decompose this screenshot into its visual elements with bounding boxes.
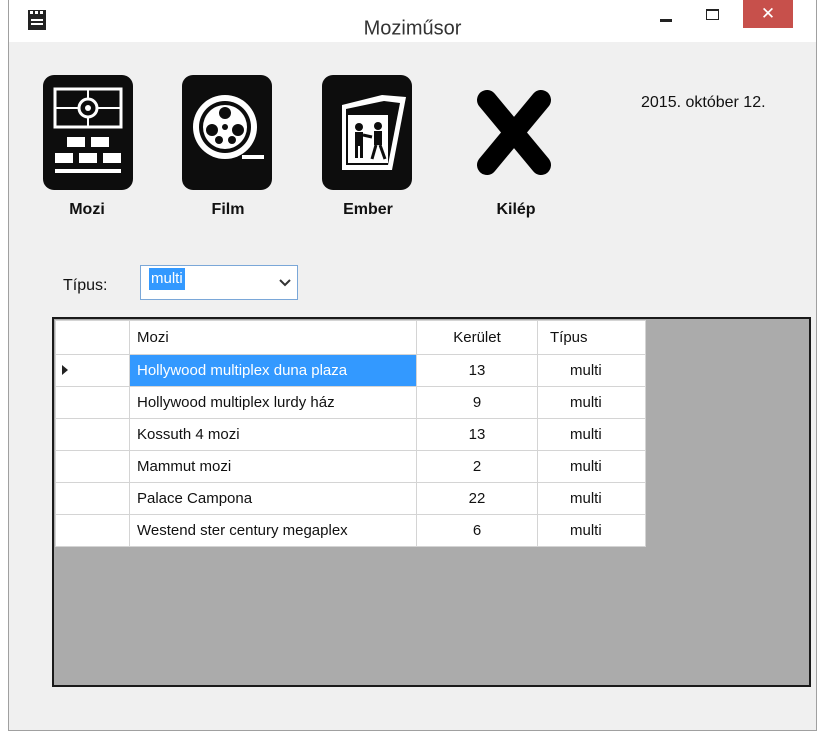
table-row[interactable]: Hollywood multiplex duna plaza 13 multi	[55, 354, 646, 387]
chevron-down-icon	[279, 279, 291, 287]
cell-tipus[interactable]: multi	[537, 482, 646, 515]
title-bar[interactable]: Moziműsor ✕	[9, 0, 816, 42]
cinema-data-grid[interactable]: Mozi Kerület Típus Hollywood multiplex d…	[52, 317, 811, 687]
minimize-icon	[660, 19, 672, 22]
tipus-filter-label: Típus:	[63, 277, 108, 294]
cell-kerulet[interactable]: 2	[416, 450, 538, 483]
film-button-label: Film	[211, 201, 245, 218]
table-row[interactable]: Westend ster century megaplex 6 multi	[55, 514, 646, 547]
cell-tipus[interactable]: multi	[537, 450, 646, 483]
cell-kerulet[interactable]: 13	[416, 354, 538, 387]
minimize-button[interactable]	[643, 0, 689, 32]
people-icon	[322, 75, 412, 190]
cell-kerulet[interactable]: 13	[416, 418, 538, 451]
film-reel-icon	[182, 75, 272, 190]
row-header-corner	[55, 320, 130, 355]
table-row[interactable]: Palace Campona 22 multi	[55, 482, 646, 515]
tipus-combobox[interactable]: multi	[140, 265, 298, 300]
cell-kerulet[interactable]: 9	[416, 386, 538, 419]
kilep-button[interactable]: Kilép	[471, 75, 563, 220]
row-header[interactable]	[55, 450, 130, 483]
exit-x-icon	[477, 90, 551, 175]
film-button[interactable]: Film	[182, 75, 274, 220]
current-row-icon	[62, 365, 68, 375]
table-header-row: Mozi Kerület Típus	[55, 320, 646, 355]
ember-button-label: Ember	[343, 201, 393, 218]
cell-tipus[interactable]: multi	[537, 354, 646, 387]
close-icon: ✕	[760, 4, 776, 23]
tipus-combobox-value: multi	[149, 268, 185, 290]
mozi-button[interactable]: Mozi	[41, 75, 133, 220]
column-header-tipus[interactable]: Típus	[537, 320, 646, 355]
cell-tipus[interactable]: multi	[537, 386, 646, 419]
maximize-button[interactable]	[689, 0, 735, 32]
table-row[interactable]: Mammut mozi 2 multi	[55, 450, 646, 483]
row-header[interactable]	[55, 354, 130, 387]
ember-button[interactable]: Ember	[322, 75, 414, 220]
cinema-screen-icon	[43, 75, 133, 190]
column-header-kerulet[interactable]: Kerület	[416, 320, 538, 355]
mozi-button-label: Mozi	[69, 201, 105, 218]
cell-mozi[interactable]: Hollywood multiplex lurdy ház	[129, 386, 417, 419]
cell-tipus[interactable]: multi	[537, 418, 646, 451]
row-header[interactable]	[55, 514, 130, 547]
row-header[interactable]	[55, 482, 130, 515]
cell-mozi[interactable]: Mammut mozi	[129, 450, 417, 483]
main-window: Moziműsor ✕ Mozi Film Ember Kilép 2015. …	[8, 0, 817, 731]
table-row[interactable]: Hollywood multiplex lurdy ház 9 multi	[55, 386, 646, 419]
column-header-mozi[interactable]: Mozi	[129, 320, 417, 355]
cell-tipus[interactable]: multi	[537, 514, 646, 547]
kilep-button-label: Kilép	[496, 201, 536, 218]
cell-kerulet[interactable]: 22	[416, 482, 538, 515]
maximize-icon	[705, 8, 719, 20]
close-button[interactable]: ✕	[743, 0, 793, 28]
cell-mozi[interactable]: Kossuth 4 mozi	[129, 418, 417, 451]
cell-mozi[interactable]: Palace Campona	[129, 482, 417, 515]
row-header[interactable]	[55, 418, 130, 451]
cinema-table: Mozi Kerület Típus Hollywood multiplex d…	[55, 320, 646, 547]
table-row[interactable]: Kossuth 4 mozi 13 multi	[55, 418, 646, 451]
clapperboard-icon	[28, 10, 46, 30]
date-label: 2015. október 12.	[641, 94, 766, 111]
cell-mozi[interactable]: Hollywood multiplex duna plaza	[129, 354, 417, 387]
cell-kerulet[interactable]: 6	[416, 514, 538, 547]
row-header[interactable]	[55, 386, 130, 419]
cell-mozi[interactable]: Westend ster century megaplex	[129, 514, 417, 547]
